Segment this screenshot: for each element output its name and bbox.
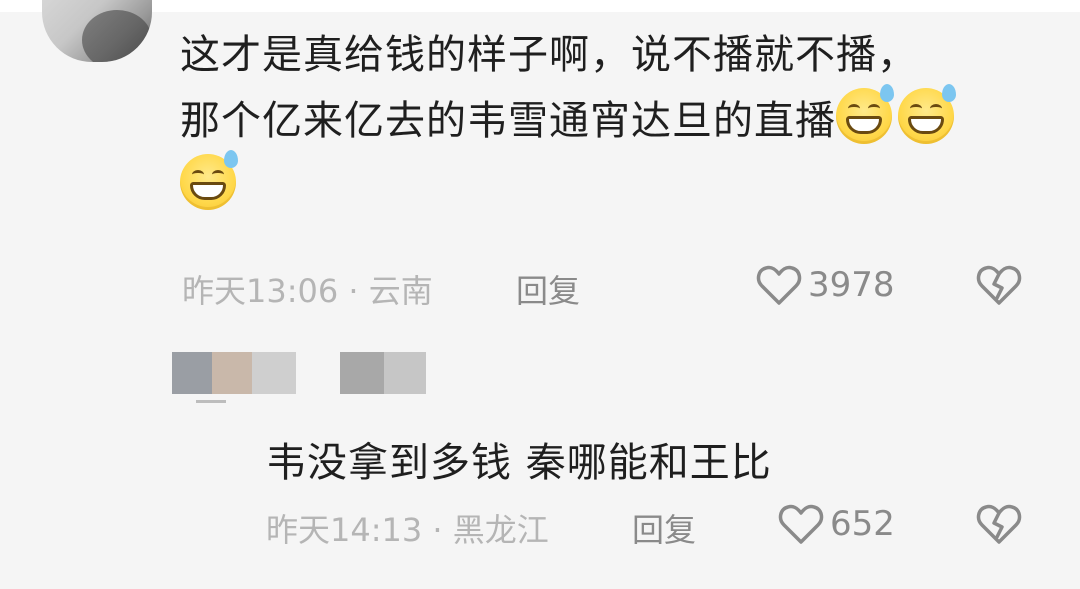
reply-button[interactable]: 回复 xyxy=(632,505,696,551)
comment-line-1: 这才是真给钱的样子啊，说不播就不播， xyxy=(180,32,918,78)
like-count: 652 xyxy=(830,504,895,544)
heart-outline-icon xyxy=(778,504,824,544)
reply-time-location: 昨天14:13 · 黑龙江 xyxy=(266,511,549,549)
comment-time-location: 昨天13:06 · 云南 xyxy=(182,272,433,310)
dislike-button[interactable] xyxy=(976,503,1022,545)
comment-line-3 xyxy=(180,150,1060,220)
grin-sweat-emoji xyxy=(836,84,894,144)
like-button[interactable]: 3978 xyxy=(756,264,895,306)
comment-line-2: 那个亿来亿去的韦雪通宵达旦的直播 xyxy=(180,84,1060,154)
reply-text: 韦没拿到多钱 秦哪能和王比 xyxy=(266,440,772,486)
heart-outline-icon xyxy=(756,265,802,305)
dislike-button[interactable] xyxy=(976,264,1022,306)
grin-sweat-emoji xyxy=(898,84,956,144)
grin-sweat-emoji xyxy=(180,150,238,210)
comment-line-2-text: 那个亿来亿去的韦雪通宵达旦的直播 xyxy=(180,98,836,144)
avatar[interactable] xyxy=(42,0,152,62)
like-button[interactable]: 652 xyxy=(778,503,895,545)
reply-button[interactable]: 回复 xyxy=(516,266,580,312)
comment-text: 这才是真给钱的样子啊，说不播就不播， 那个亿来亿去的韦雪通宵达旦的直播 xyxy=(180,22,1060,220)
broken-heart-icon xyxy=(976,504,1022,544)
reply-username-pixelated[interactable] xyxy=(172,352,432,403)
like-count: 3978 xyxy=(808,265,895,305)
broken-heart-icon xyxy=(976,265,1022,305)
top-bar xyxy=(0,0,1080,12)
